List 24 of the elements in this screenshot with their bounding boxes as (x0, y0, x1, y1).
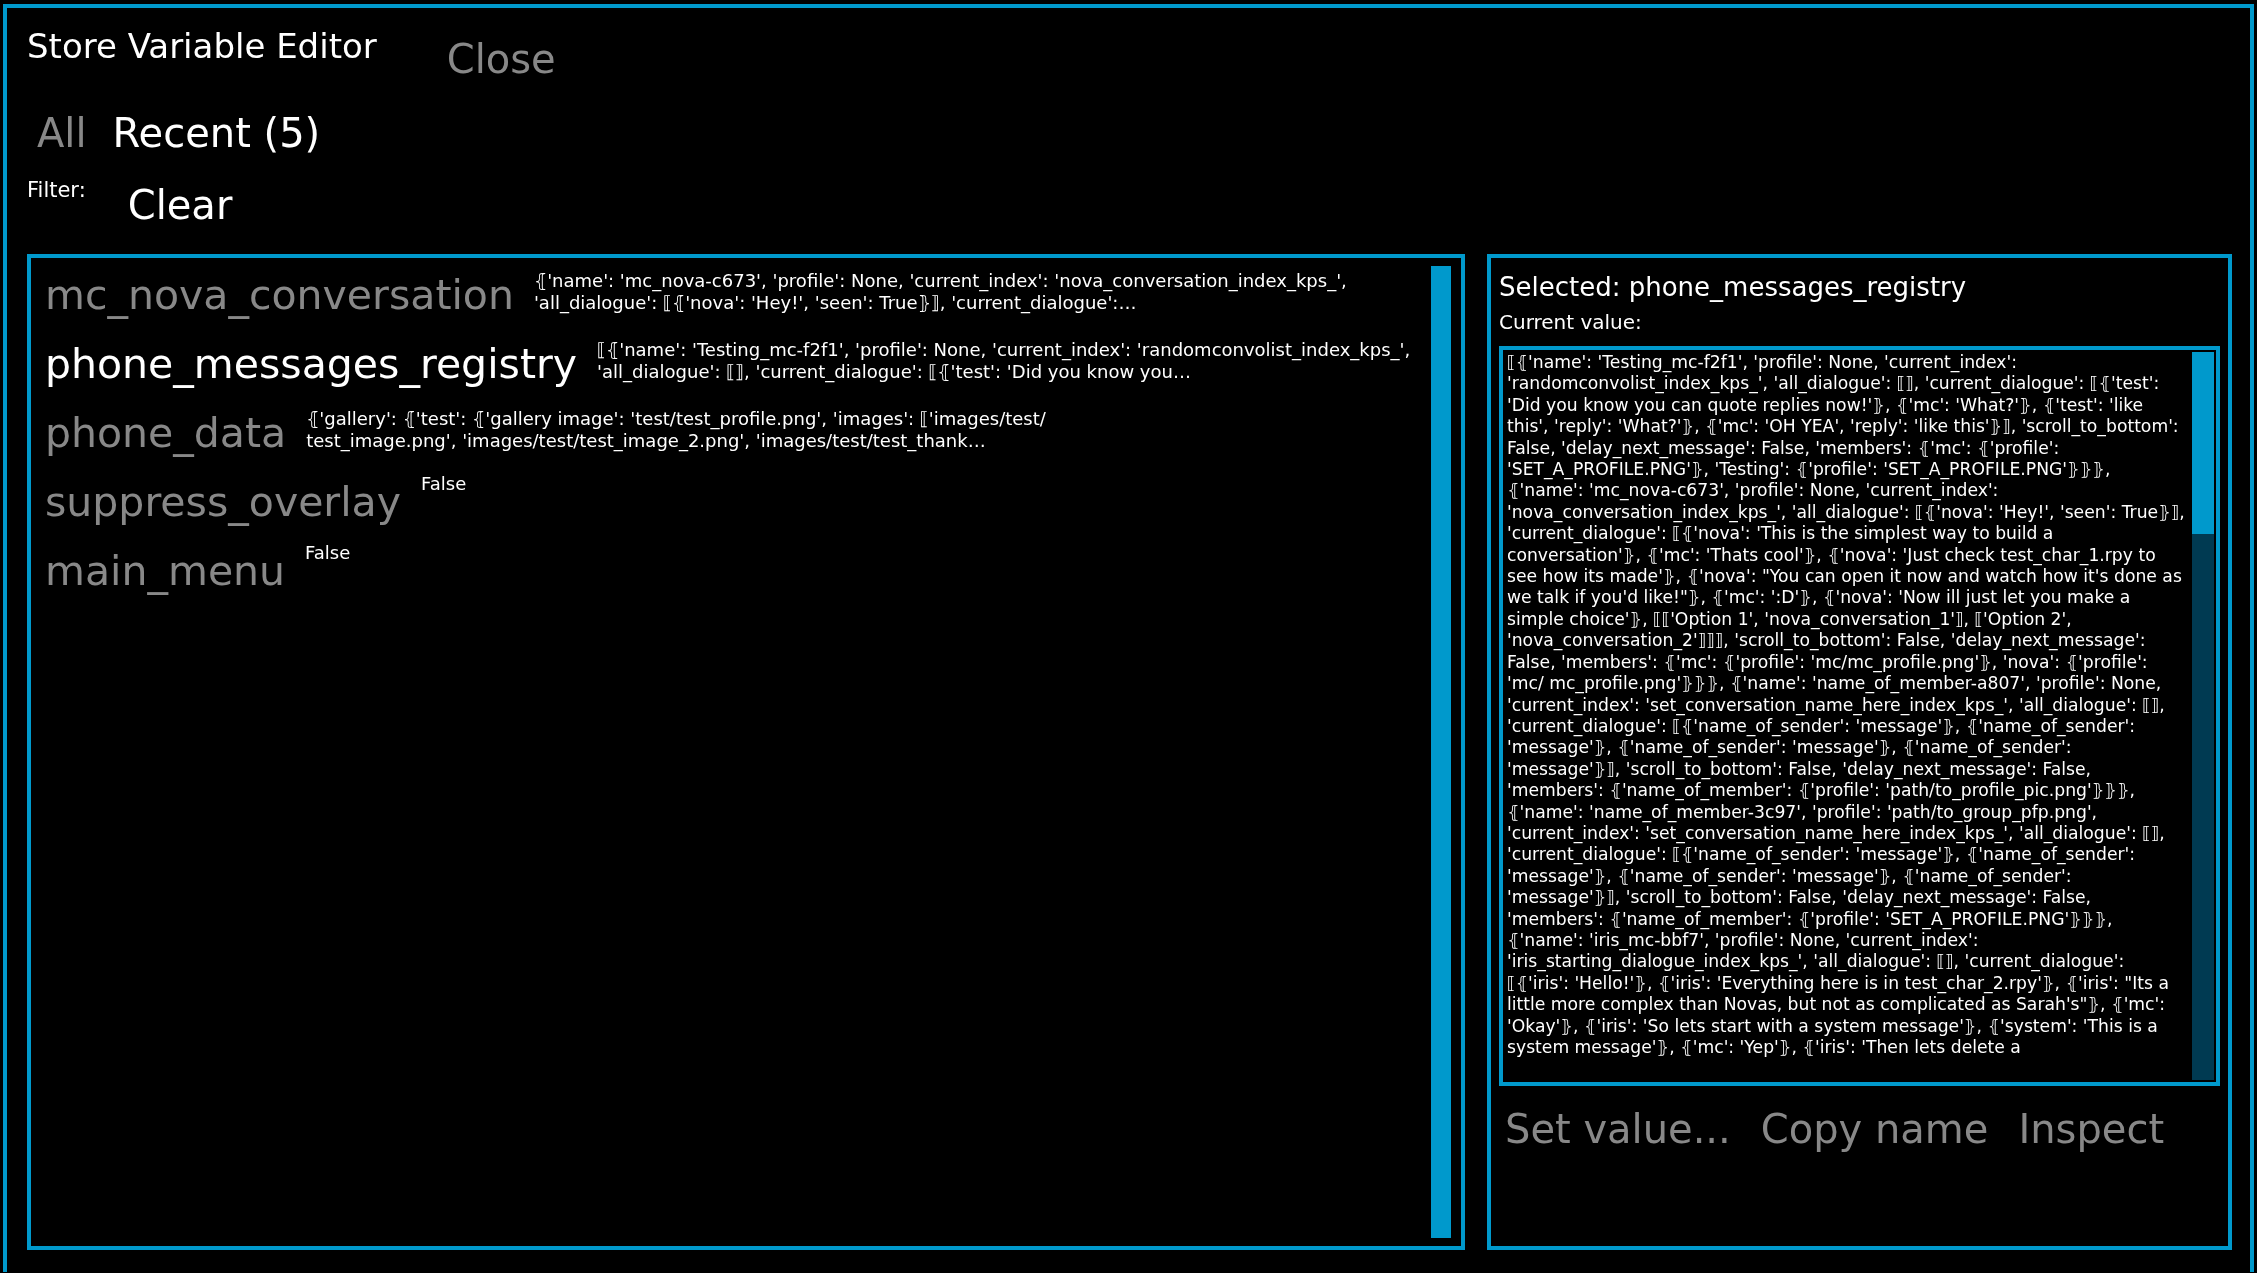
selected-label: Selected: phone_messages_registry (1499, 272, 1968, 302)
action-button[interactable]: Copy name (1760, 1106, 1989, 1152)
action-button[interactable]: Set value... (1505, 1106, 1731, 1152)
current-value-label: Current value: (1499, 310, 1643, 334)
filter-label: Filter: (27, 178, 86, 202)
variable-name[interactable]: phone_data (45, 404, 287, 462)
clear-button[interactable]: Clear (127, 182, 233, 228)
variable-value: ⟦⦃'name': 'Testing_mc-f2f1', 'profile': None, 'current_index': 'randomconvolist_index_kps_', 'all_dialogue': ⟦⟧, 'current_dialogue': ⟦⦃'test': 'Did you know you… (597, 339, 1412, 383)
current-value-text: ⟦⦃'name': 'Testing_mc-f2f1', 'profile': None, 'current_index': 'randomconvolist_index_kps_', 'all_dialogue': ⟦⟧, 'current_dialogue': ⟦⦃'test': 'Did you know you can quote replies now!'⦄, ⦃'mc': 'What?'⦄, ⦃'test': 'like this', 'reply': 'What?'⦄, ⦃'mc': 'OH YEA', 'reply': 'like this'⦄⟧, 'scroll_to_bottom': False, 'delay_next_message': False, 'members': ⦃'mc': ⦃'profile': 'SET_A_PROFILE.PNG'⦄, 'Testing': ⦃'profile': 'SET_A_PROFILE.PNG'⦄⦄⦄, ⦃'name': 'mc_nova-c673', 'profile': None, 'current_index': 'nova_conversation_index_kps_', 'all_dialogue': ⟦⦃'nova': 'Hey!', 'seen': True⦄⟧, 'current_dialogue': ⟦⦃'nova': 'This is the simplest way to build a conversation'⦄, ⦃'mc': 'Thats cool'⦄, ⦃'nova': 'Just check test_char_1.rpy to see how its made'⦄, ⦃'nova': "You can open it now and watch how it's done as we talk if you'd like!"⦄, ⦃'mc': ':D'⦄, ⦃'nova': 'Now ill just let you make a simple choice'⦄, ⟦⟦'Option 1', 'nova_conversation_1'⟧, ⟦'Option 2', 'nova_conversation_2'⟧⟧⟧, 'scroll_to_bottom': False, 'delay_next_message': False, 'members': ⦃'mc': ⦃'profile': 'mc/mc_profile.png'⦄, 'nova': ⦃'profile': 'mc/ mc_profile.png'⦄⦄⦄, ⦃'name': 'name_of_member-a807', 'profile': None, 'current_index': 'set_conversation_name_here_index_kps_', 'all_dialogue': ⟦⟧, 'current_dialogue': ⟦⦃'name_of_sender': 'message'⦄, ⦃'name_of_sender': 'message'⦄, ⦃'name_of_sender': 'message'⦄, ⦃'name_of_sender': 'message'⦄⟧, 'scroll_to_bottom': False, 'delay_next_message': False, 'members': ⦃'name_of_member': ⦃'profile': 'path/to_profile_pic.png'⦄⦄⦄, ⦃'name': 'name_of_member-3c97', 'profile': 'path/to_group_pfp.png', 'current_index': 'set_conversation_name_here_index_kps_', 'all_dialogue': ⟦⟧, 'current_dialogue': ⟦⦃'name_of_sender': 'message'⦄, ⦃'name_of_sender': 'message'⦄, ⦃'name_of_sender': 'message'⦄, ⦃'name_of_sender': 'message'⦄⟧, 'scroll_to_bottom': False, 'delay_next_message': False, 'members': ⦃'name_of_member': ⦃'profile': 'SET_A_PROFILE.PNG'⦄⦄⦄, ⦃'name': 'iris_mc-bbf7', 'profile': None, 'current_index': 'iris_starting_dialogue_index_kps_', 'all_dialogue': ⟦⟧, 'current_dialogue': ⟦⦃'iris': 'Hello!'⦄, ⦃'iris': 'Everything here is in test_char_2.rpy'⦄, ⦃'iris': "Its a little more complex than Novas, but not as complicated as Sarah's"⦄, ⦃'mc': 'Okay'⦄, ⦃'iris': 'So lets start with a system message'⦄, ⦃'system': 'This is a system message'⦄, ⦃'mc': 'Yep'⦄, ⦃'iris': 'Then lets delete a (1506, 351, 2186, 1059)
tab[interactable]: All (37, 110, 87, 156)
variable-name[interactable]: main_menu (45, 542, 286, 600)
action-button[interactable]: Inspect (2018, 1106, 2165, 1152)
variable-value: ⦃'gallery': ⦃'test': ⦃'gallery image': 'test/test_profile.png', 'images': ⟦'images/test/ test_image.png', 'images/test/test_image_2.png', 'images/test/test_thank… (306, 408, 1047, 452)
variable-value: False (305, 542, 351, 564)
scrollbar[interactable] (1431, 266, 1451, 1238)
variable-name[interactable]: suppress_overlay (45, 473, 401, 531)
variable-name[interactable]: phone_messages_registry (45, 335, 578, 393)
window-title: Store Variable Editor (27, 26, 377, 66)
tab[interactable]: Recent (5) (112, 110, 321, 156)
variable-name[interactable]: mc_nova_conversation (45, 266, 514, 324)
scrollbar[interactable] (2192, 352, 2214, 1080)
variable-value: ⦃'name': 'mc_nova-c673', 'profile': None, 'current_index': 'nova_conversation_index_kps_', 'all_dialogue': ⟦⦃'nova': 'Hey!', 'seen': True⦄⟧, 'current_dialogue':… (533, 270, 1348, 314)
close-button[interactable]: Close (446, 36, 556, 82)
variable-value: False (421, 473, 467, 495)
